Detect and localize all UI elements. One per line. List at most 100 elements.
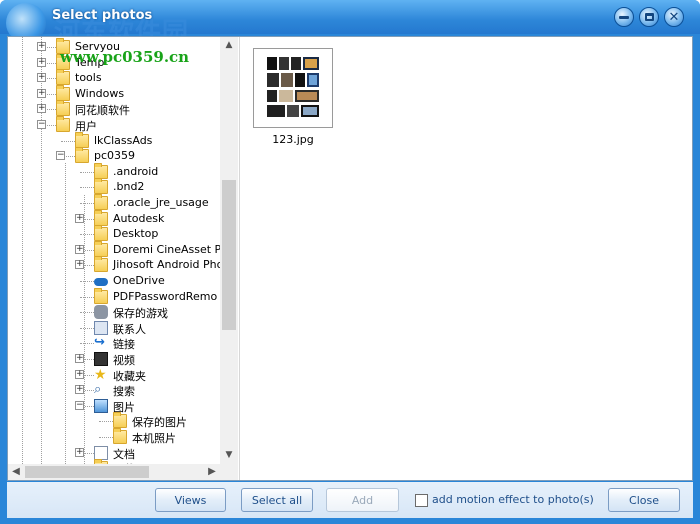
tree-node[interactable]: 保存的图片	[8, 412, 220, 429]
tree-node[interactable]: + Windows	[8, 85, 220, 102]
expand-icon[interactable]: +	[75, 245, 84, 254]
tree-node-label: .android	[113, 165, 159, 178]
expand-icon[interactable]: +	[37, 73, 46, 82]
tree-node[interactable]: + 视频	[8, 351, 220, 367]
expand-icon[interactable]: +	[75, 214, 84, 223]
tree-node[interactable]: OneDrive	[8, 273, 220, 289]
close-window-button[interactable]: ✕	[664, 7, 684, 27]
tree-node-label: 保存的图片	[132, 416, 187, 429]
search-icon: ⌕	[94, 382, 102, 397]
tree-node-label: Autodesk	[113, 212, 165, 225]
add-button[interactable]: Add	[326, 488, 399, 512]
collapse-icon[interactable]: −	[56, 151, 65, 160]
tree-node[interactable]: 联系人	[8, 320, 220, 336]
tree-node[interactable]: + 文档	[8, 445, 220, 461]
close-button[interactable]: Close	[608, 488, 680, 512]
minimize-icon	[619, 15, 629, 19]
tree-connector	[80, 328, 94, 329]
picture-icon	[94, 399, 108, 413]
folder-icon	[94, 225, 108, 241]
expand-icon[interactable]: +	[75, 370, 84, 379]
folder-icon	[94, 194, 108, 210]
collapse-icon[interactable]: −	[37, 120, 46, 129]
select-all-button[interactable]: Select all	[241, 488, 313, 512]
cloud-icon	[94, 278, 108, 286]
doc-icon	[94, 446, 108, 460]
tree-node[interactable]: lkClassAds	[8, 132, 220, 149]
photo-collage-image	[263, 55, 323, 121]
tree-node[interactable]: − 用户	[8, 116, 220, 133]
tree-node[interactable]: 本机照片	[8, 428, 220, 445]
maximize-button[interactable]	[639, 7, 659, 27]
tree-node-label: 同花顺软件	[75, 104, 130, 117]
tree-node[interactable]: .oracle_jre_usage	[8, 194, 220, 211]
maximize-icon	[644, 13, 654, 21]
folder-tree[interactable]: + Servyou + Temp + tools + Windows + 同花顺软件 − 用户 lkCl…	[8, 37, 220, 464]
tree-node-label: .oracle_jre_usage	[113, 196, 209, 209]
folder-tree-pane: + Servyou + Temp + tools + Windows + 同花顺软件 − 用户 lkCl…	[8, 37, 240, 480]
expand-icon[interactable]: +	[37, 89, 46, 98]
motion-effect-checkbox[interactable]	[415, 494, 428, 507]
photo-item[interactable]: 123.jpg	[253, 48, 335, 146]
folder-icon	[94, 178, 108, 194]
minimize-button[interactable]	[614, 7, 634, 27]
tree-node-label: tools	[75, 71, 102, 84]
tree-node-label: Desktop	[113, 227, 159, 240]
expand-icon[interactable]: +	[37, 104, 46, 113]
tree-hscroll-thumb[interactable]	[25, 466, 149, 478]
tree-node[interactable]: .android	[8, 163, 220, 180]
expand-icon[interactable]: +	[75, 448, 84, 457]
tree-node-label: lkClassAds	[94, 134, 153, 147]
watermark-url: www.pc0359.cn	[60, 48, 190, 66]
tree-node[interactable]: + Autodesk	[8, 210, 220, 227]
tree-node-label: Windows	[75, 87, 125, 100]
expand-icon[interactable]: +	[75, 260, 84, 269]
folder-icon	[56, 85, 70, 101]
tree-node[interactable]: + ★ 收藏夹	[8, 367, 220, 383]
tree-node[interactable]: − pc0359	[8, 147, 220, 164]
photo-thumbnail[interactable]	[253, 48, 333, 128]
tree-node[interactable]: + tools	[8, 69, 220, 86]
tree-vscroll-thumb[interactable]	[222, 180, 236, 330]
tree-vertical-scrollbar[interactable]: ▲ ▼	[220, 37, 238, 464]
tree-connector	[80, 203, 94, 204]
tree-node[interactable]: PDFPasswordRemo	[8, 288, 220, 305]
folder-icon	[94, 241, 108, 257]
title-bar[interactable]: Select photos 河东软件园 ✕	[0, 0, 700, 48]
tree-node[interactable]: ↪ 链接	[8, 335, 220, 351]
expand-icon[interactable]: +	[37, 42, 46, 51]
expand-icon[interactable]: +	[75, 354, 84, 363]
expand-icon[interactable]: +	[37, 58, 46, 67]
tree-connector	[80, 343, 94, 344]
motion-effect-label[interactable]: add motion effect to photo(s)	[432, 493, 594, 506]
contact-icon	[94, 321, 108, 335]
photo-thumbnails-pane: 123.jpg	[241, 37, 692, 480]
tree-horizontal-scrollbar[interactable]: ◀ ▶	[8, 464, 220, 480]
close-icon: ✕	[668, 9, 680, 25]
tree-node[interactable]: 保存的游戏	[8, 304, 220, 320]
scroll-left-icon[interactable]: ◀	[8, 464, 24, 480]
views-button[interactable]: Views	[155, 488, 226, 512]
scroll-right-icon[interactable]: ▶	[204, 464, 220, 480]
tree-node-label: PDFPasswordRemo	[113, 290, 218, 303]
tree-node-label: OneDrive	[113, 274, 165, 287]
folder-icon	[75, 147, 89, 163]
action-bar: Views Select all Add add motion effect t…	[7, 482, 693, 518]
tree-node[interactable]: Desktop	[8, 225, 220, 242]
tree-node[interactable]: + Jihosoft Android Pho	[8, 256, 220, 273]
folder-icon	[94, 288, 108, 304]
tree-node[interactable]: + ⌕ 搜索	[8, 382, 220, 398]
collapse-icon[interactable]: −	[75, 401, 84, 410]
tree-connector	[99, 421, 113, 422]
tree-node[interactable]: .bnd2	[8, 178, 220, 195]
folder-icon	[113, 428, 127, 444]
tree-connector	[80, 187, 94, 188]
tree-node[interactable]: + Doremi CineAsset Pl	[8, 241, 220, 258]
tree-node[interactable]: + 同花顺软件	[8, 100, 220, 117]
folder-icon	[56, 100, 70, 116]
tree-node-label: 保存的游戏	[113, 307, 168, 320]
scroll-up-icon[interactable]: ▲	[220, 37, 238, 54]
tree-node-label: 搜索	[113, 385, 135, 398]
expand-icon[interactable]: +	[75, 385, 84, 394]
scroll-down-icon[interactable]: ▼	[220, 447, 238, 464]
